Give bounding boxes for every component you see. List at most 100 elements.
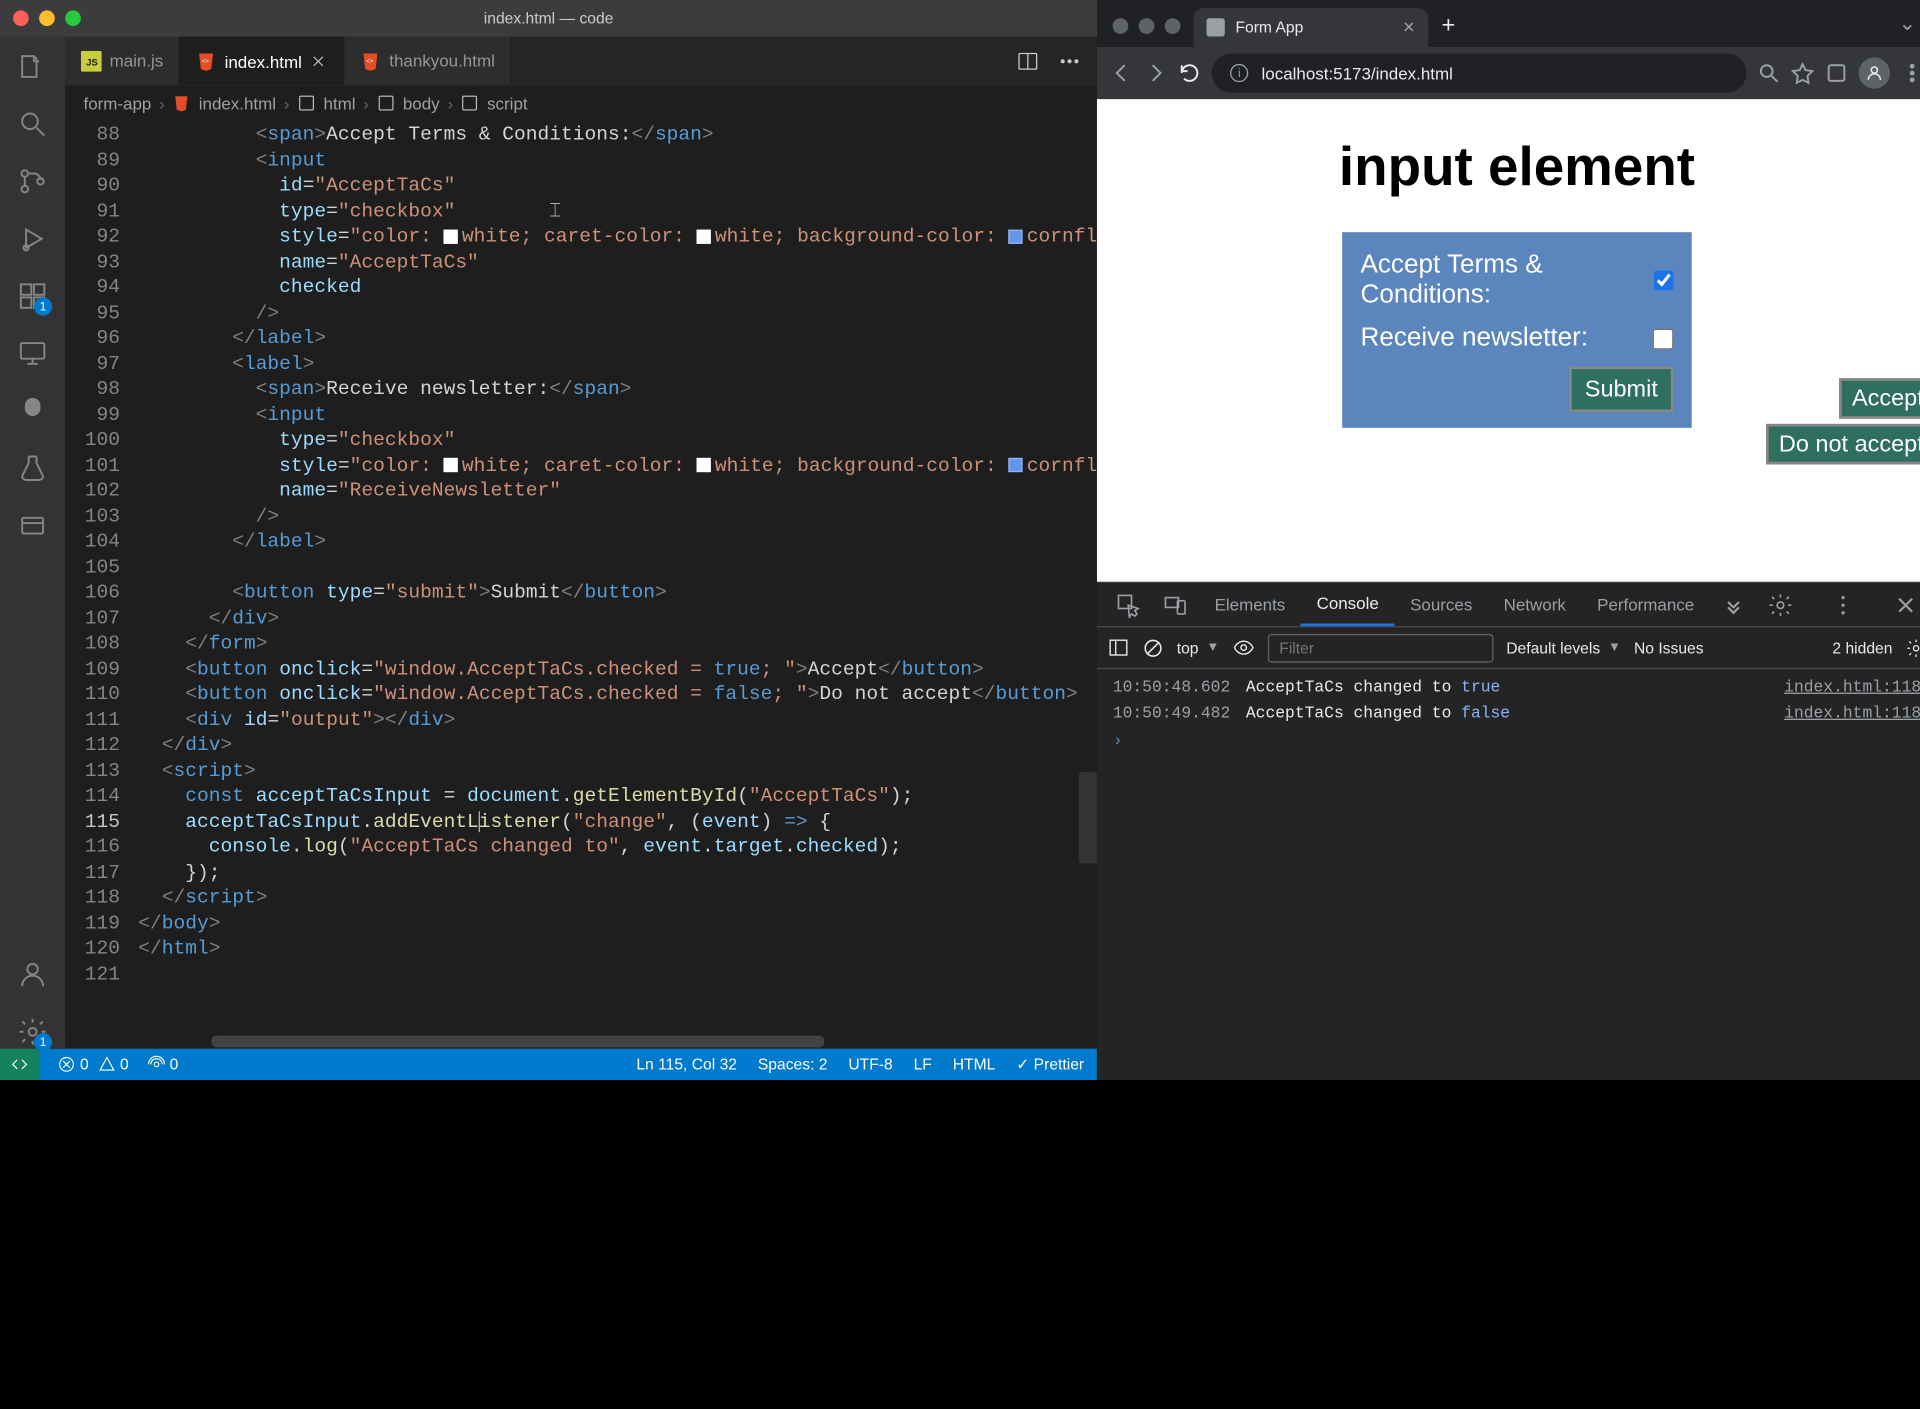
settings-gear-icon[interactable]: 1 [16, 1015, 50, 1049]
back-icon[interactable] [1110, 61, 1133, 84]
clear-console-icon[interactable] [1143, 637, 1164, 658]
browser-window-controls [1108, 18, 1194, 47]
search-icon[interactable] [16, 107, 50, 141]
breadcrumb-segment[interactable]: form-app [83, 93, 151, 113]
console-toolbar: top▼ Default levels▼ No Issues 2 hidden [1097, 627, 1920, 669]
devtools-menu-icon[interactable] [1830, 592, 1856, 618]
devtools-tab-performance[interactable]: Performance [1581, 583, 1709, 626]
horizontal-scrollbar[interactable] [65, 1034, 1097, 1048]
devtools-close-icon[interactable] [1892, 592, 1918, 618]
devtools-tab-sources[interactable]: Sources [1394, 583, 1488, 626]
hidden-messages[interactable]: 2 hidden [1832, 638, 1892, 656]
log-levels[interactable]: Default levels▼ [1506, 638, 1621, 656]
explorer-icon[interactable] [16, 50, 50, 84]
encoding[interactable]: UTF-8 [848, 1055, 892, 1073]
log-source-link[interactable]: index.html:118 [1784, 678, 1920, 696]
eol[interactable]: LF [914, 1055, 932, 1073]
zoom-icon[interactable] [1757, 61, 1780, 84]
breadcrumb-segment[interactable]: index.html [199, 93, 276, 113]
devtools-tab-elements[interactable]: Elements [1199, 583, 1301, 626]
settings-badge: 1 [34, 1033, 52, 1051]
fullscreen-window-icon[interactable] [65, 10, 81, 26]
bookmark-star-icon[interactable] [1791, 61, 1814, 84]
source-control-icon[interactable] [16, 164, 50, 198]
inspect-element-icon[interactable] [1115, 592, 1141, 618]
address-bar[interactable]: i localhost:5173/index.html [1212, 53, 1746, 92]
svg-text:<>: <> [367, 57, 375, 64]
tab-label: main.js [110, 51, 164, 71]
accounts-icon[interactable] [16, 957, 50, 991]
log-source-link[interactable]: index.html:118 [1784, 704, 1920, 722]
breadcrumb-segment[interactable]: script [487, 93, 528, 113]
console-prompt[interactable]: › [1097, 727, 1920, 756]
console-sidebar-icon[interactable] [1108, 637, 1130, 659]
minimap-slider[interactable] [1079, 772, 1097, 863]
site-info-icon[interactable]: i [1230, 64, 1248, 82]
minimize-window-icon[interactable] [1139, 18, 1155, 34]
close-window-icon[interactable] [13, 10, 29, 26]
ports-indicator[interactable]: 0 [147, 1055, 178, 1074]
live-expression-icon[interactable] [1232, 637, 1254, 659]
testing-icon[interactable] [16, 451, 50, 485]
split-editor-icon[interactable] [1016, 49, 1039, 72]
prettier-status[interactable]: ✓ Prettier [1016, 1055, 1084, 1073]
devtools-tab-console[interactable]: Console [1301, 583, 1395, 626]
problems-indicator[interactable]: 0 0 [57, 1055, 128, 1074]
ports-icon[interactable] [16, 509, 50, 543]
vscode-titlebar: index.html — code [0, 0, 1097, 37]
reload-icon[interactable] [1178, 61, 1201, 84]
scrollbar-thumb[interactable] [211, 1036, 824, 1048]
new-tab-button[interactable]: + [1428, 12, 1468, 47]
remote-indicator[interactable] [0, 1049, 39, 1080]
accept-tacs-checkbox[interactable] [1654, 270, 1673, 291]
devtools-tabs: Elements Console Sources Network Perform… [1097, 583, 1920, 627]
breadcrumb[interactable]: form-app› index.html› html› body› script [65, 86, 1097, 120]
extensions-icon[interactable]: 1 [16, 279, 50, 313]
issues-indicator[interactable]: No Issues [1634, 638, 1704, 656]
newsletter-checkbox[interactable] [1653, 328, 1674, 349]
console-settings-icon[interactable] [1906, 637, 1920, 658]
submit-button[interactable]: Submit [1569, 367, 1673, 413]
tab-main-js[interactable]: JS main.js [65, 37, 180, 85]
console-log-row: 10:50:48.602 AcceptTaCs changed to true … [1097, 674, 1920, 700]
do-not-accept-button[interactable]: Do not accept [1766, 424, 1920, 464]
indentation[interactable]: Spaces: 2 [758, 1055, 828, 1073]
breadcrumb-segment[interactable]: html [323, 93, 355, 113]
console-filter-input[interactable] [1268, 633, 1494, 662]
console-output[interactable]: 10:50:48.602 AcceptTaCs changed to true … [1097, 669, 1920, 1080]
forward-icon[interactable] [1144, 61, 1167, 84]
browser-menu-icon[interactable] [1900, 61, 1920, 84]
code-content[interactable]: <span>Accept Terms & Conditions:</span> … [138, 120, 1097, 1034]
code-editor[interactable]: 8889909192939495969798991001011021031041… [65, 120, 1097, 1034]
tab-dropdown-icon[interactable]: ⌄ [1888, 10, 1920, 47]
form-row[interactable]: Accept Terms & Conditions: [1360, 250, 1673, 310]
remote-explorer-icon[interactable] [16, 337, 50, 371]
accept-button[interactable]: Accept [1839, 378, 1920, 418]
fullscreen-window-icon[interactable] [1165, 18, 1181, 34]
close-tab-icon[interactable]: ✕ [1402, 18, 1415, 36]
language-mode[interactable]: HTML [953, 1055, 996, 1073]
extensions-puzzle-icon[interactable] [1825, 61, 1848, 84]
profile-avatar-icon[interactable] [1859, 57, 1890, 88]
browser-tab[interactable]: Form App ✕ [1194, 8, 1429, 47]
browser-toolbar: i localhost:5173/index.html [1097, 47, 1920, 99]
minimize-window-icon[interactable] [39, 10, 55, 26]
more-actions-icon[interactable] [1058, 49, 1081, 72]
more-tabs-icon[interactable] [1720, 592, 1746, 618]
execution-context[interactable]: top▼ [1177, 638, 1220, 656]
minimap[interactable] [1079, 120, 1097, 1034]
run-debug-icon[interactable] [16, 222, 50, 256]
tab-index-html[interactable]: <> index.html [180, 37, 345, 85]
devtools-tab-network[interactable]: Network [1488, 583, 1582, 626]
tab-thankyou-html[interactable]: <> thankyou.html [345, 37, 512, 85]
browser-window: Form App ✕ + ⌄ i localhost:5173/index.ht… [1097, 0, 1920, 1080]
device-toolbar-icon[interactable] [1162, 592, 1188, 618]
breadcrumb-segment[interactable]: body [403, 93, 440, 113]
devtools-settings-icon[interactable] [1767, 592, 1793, 618]
copilot-icon[interactable] [16, 394, 50, 428]
cursor-position[interactable]: Ln 115, Col 32 [636, 1055, 737, 1073]
page-heading: input element [1097, 136, 1920, 199]
form-row[interactable]: Receive newsletter: [1360, 323, 1673, 353]
close-tab-icon[interactable] [310, 52, 328, 70]
close-window-icon[interactable] [1113, 18, 1129, 34]
